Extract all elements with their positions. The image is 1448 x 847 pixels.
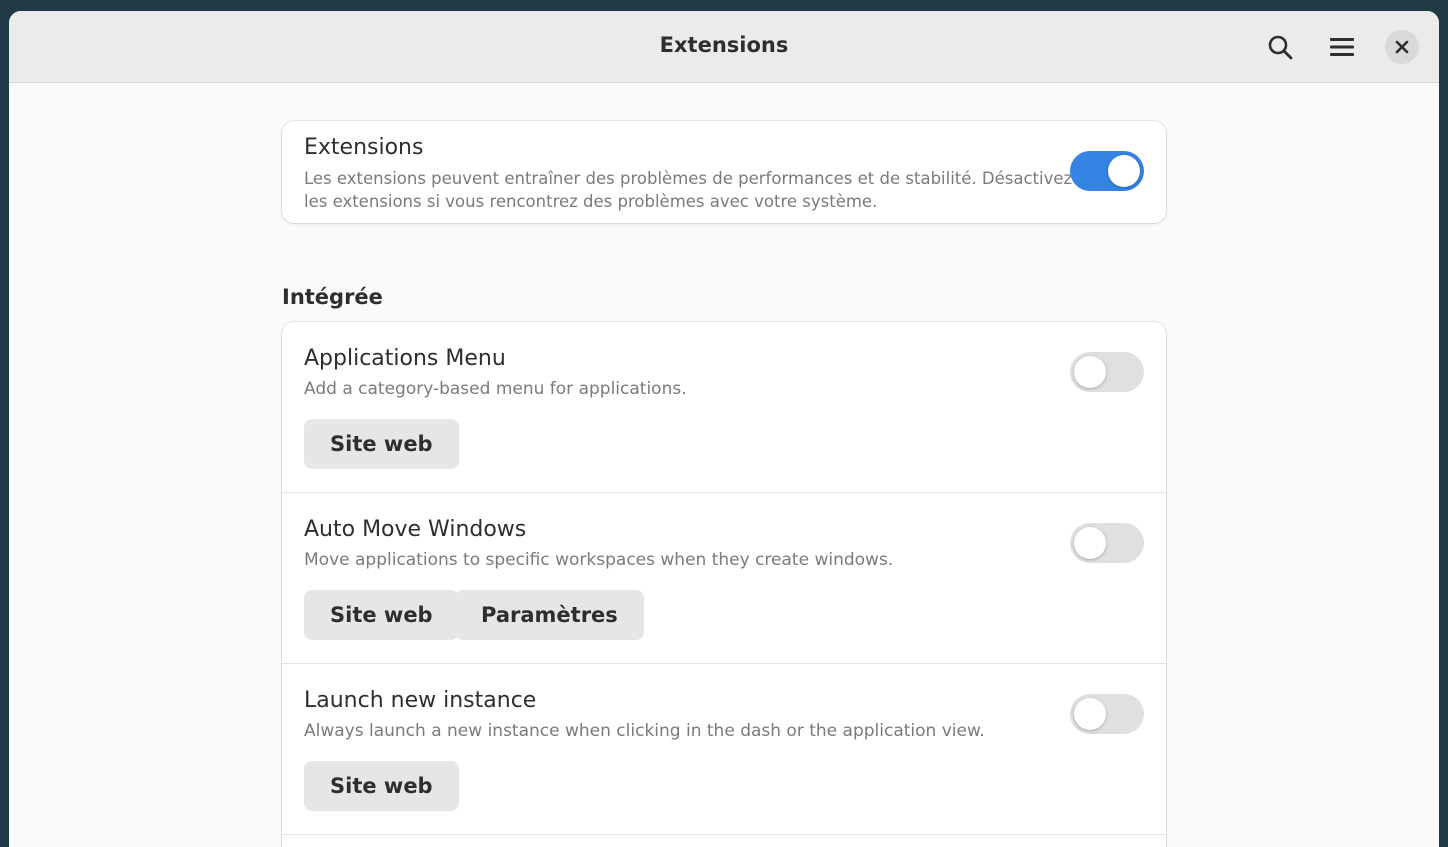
search-button[interactable] xyxy=(1262,29,1298,65)
extension-switch[interactable] xyxy=(1070,694,1144,734)
website-button[interactable]: Site web xyxy=(304,590,459,640)
close-button[interactable] xyxy=(1385,30,1419,64)
builtin-extensions-list: Applications Menu Add a category-based m… xyxy=(282,322,1166,847)
extension-description: Always launch a new instance when clicki… xyxy=(304,721,985,741)
extension-row: Auto Move Windows Move applications to s… xyxy=(282,493,1166,664)
content-area: Extensions Les extensions peuvent entraî… xyxy=(9,83,1439,847)
website-button[interactable]: Site web xyxy=(304,419,459,469)
extension-row: Launch new instance Always launch a new … xyxy=(282,664,1166,835)
window-title: Extensions xyxy=(659,33,789,57)
settings-button[interactable]: Paramètres xyxy=(455,590,644,640)
extension-name: Launch new instance xyxy=(304,688,537,713)
extension-name: Auto Move Windows xyxy=(304,517,527,542)
master-description: Les extensions peuvent entraîner des pro… xyxy=(304,169,1073,211)
extension-row: Applications Menu Add a category-based m… xyxy=(282,322,1166,493)
switch-knob xyxy=(1074,527,1106,559)
search-icon xyxy=(1268,35,1293,60)
website-button[interactable]: Site web xyxy=(304,761,459,811)
extension-description: Move applications to specific workspaces… xyxy=(304,550,894,570)
extension-switch[interactable] xyxy=(1070,352,1144,392)
extension-switch[interactable] xyxy=(1070,523,1144,563)
extensions-master-switch[interactable] xyxy=(1070,151,1144,191)
header-bar: Extensions xyxy=(9,11,1439,83)
hamburger-menu-icon xyxy=(1330,38,1354,56)
extensions-master-card: Extensions Les extensions peuvent entraî… xyxy=(282,121,1166,223)
close-icon xyxy=(1395,40,1409,54)
switch-knob xyxy=(1108,155,1140,187)
extension-name: Applications Menu xyxy=(304,346,506,371)
extensions-window: Extensions Extensions Les extensions peu… xyxy=(9,11,1439,847)
switch-knob xyxy=(1074,356,1106,388)
section-title-builtin: Intégrée xyxy=(282,285,383,309)
switch-knob xyxy=(1074,698,1106,730)
master-title: Extensions xyxy=(304,135,424,160)
main-menu-button[interactable] xyxy=(1324,29,1360,65)
extension-description: Add a category-based menu for applicatio… xyxy=(304,379,687,399)
